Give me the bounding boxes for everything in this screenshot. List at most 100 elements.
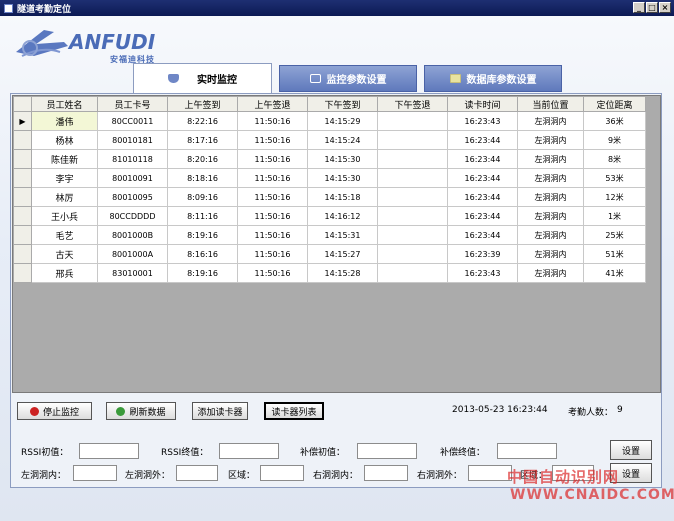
table-cell[interactable]: 14:15:29: [307, 111, 378, 131]
table-cell[interactable]: 陈佳新: [31, 149, 98, 169]
table-cell[interactable]: 11:50:16: [237, 187, 308, 207]
table-cell[interactable]: 8001000B: [97, 225, 168, 245]
table-cell[interactable]: [377, 130, 448, 150]
tab-realtime-monitor[interactable]: 实时监控: [133, 63, 272, 93]
comp-end-input[interactable]: [497, 443, 557, 459]
comp-start-input[interactable]: [357, 443, 417, 459]
column-header[interactable]: 下午签退: [377, 96, 448, 112]
table-cell[interactable]: 14:15:30: [307, 168, 378, 188]
table-cell[interactable]: 8:16:16: [167, 244, 238, 264]
table-cell[interactable]: 古天: [31, 244, 98, 264]
table-cell[interactable]: 左洞洞内: [517, 206, 584, 226]
table-row[interactable]: 李宇 80010091 8:18:16 11:50:16 14:15:30 16:23:4…: [13, 168, 646, 188]
close-button[interactable]: ×: [659, 2, 671, 13]
table-cell[interactable]: 14:15:18: [307, 187, 378, 207]
table-cell[interactable]: 左洞洞内: [517, 130, 584, 150]
table-cell[interactable]: 16:23:44: [447, 130, 518, 150]
refresh-data-button[interactable]: 刷新数据: [106, 402, 176, 420]
row-selector[interactable]: [13, 187, 32, 207]
minimize-button[interactable]: _: [633, 2, 645, 13]
table-cell[interactable]: [377, 149, 448, 169]
table-cell[interactable]: 16:23:44: [447, 149, 518, 169]
table-cell[interactable]: 8米: [583, 149, 646, 169]
stop-monitor-button[interactable]: 停止监控: [17, 402, 92, 420]
table-cell[interactable]: 14:15:24: [307, 130, 378, 150]
right-outside-input[interactable]: [468, 465, 512, 481]
row-selector[interactable]: [13, 168, 32, 188]
table-cell[interactable]: 潘伟: [31, 111, 98, 131]
table-cell[interactable]: 36米: [583, 111, 646, 131]
table-cell[interactable]: 11:50:16: [237, 130, 308, 150]
table-cell[interactable]: 左洞洞内: [517, 168, 584, 188]
column-header[interactable]: 读卡时间: [447, 96, 518, 112]
table-cell[interactable]: 8:17:16: [167, 130, 238, 150]
table-cell[interactable]: 左洞洞内: [517, 263, 584, 283]
table-cell[interactable]: 11:50:16: [237, 244, 308, 264]
table-cell[interactable]: 8:19:16: [167, 263, 238, 283]
table-cell[interactable]: 11:50:16: [237, 168, 308, 188]
table-cell[interactable]: 16:23:44: [447, 187, 518, 207]
table-cell[interactable]: 80010095: [97, 187, 168, 207]
table-cell[interactable]: 41米: [583, 263, 646, 283]
table-cell[interactable]: 53米: [583, 168, 646, 188]
rssi-start-input[interactable]: [79, 443, 139, 459]
row-selector[interactable]: [13, 225, 32, 245]
set-button-1[interactable]: 设置: [610, 440, 652, 460]
table-cell[interactable]: 8:20:16: [167, 149, 238, 169]
table-cell[interactable]: 11:50:16: [237, 149, 308, 169]
maximize-button[interactable]: □: [646, 2, 658, 13]
table-cell[interactable]: 左洞洞内: [517, 149, 584, 169]
reader-list-button[interactable]: 读卡器列表: [264, 402, 324, 420]
table-cell[interactable]: 9米: [583, 130, 646, 150]
table-cell[interactable]: 25米: [583, 225, 646, 245]
table-cell[interactable]: 14:15:28: [307, 263, 378, 283]
right-inside-input[interactable]: [364, 465, 408, 481]
table-row[interactable]: 古天 8001000A 8:16:16 11:50:16 14:15:27 16:23:3…: [13, 244, 646, 264]
table-cell[interactable]: 11:50:16: [237, 263, 308, 283]
table-cell[interactable]: [377, 187, 448, 207]
table-cell[interactable]: 左洞洞内: [517, 225, 584, 245]
table-cell[interactable]: [377, 168, 448, 188]
column-header[interactable]: 下午签到: [307, 96, 378, 112]
table-row[interactable]: 陈佳新 81010118 8:20:16 11:50:16 14:15:30 16:23:…: [13, 149, 646, 169]
table-row[interactable]: 邢兵 83010001 8:19:16 11:50:16 14:15:28 16:23:4…: [13, 263, 646, 283]
table-cell[interactable]: 83010001: [97, 263, 168, 283]
table-cell[interactable]: 8:19:16: [167, 225, 238, 245]
table-cell[interactable]: 11:50:16: [237, 225, 308, 245]
table-cell[interactable]: 8:22:16: [167, 111, 238, 131]
table-cell[interactable]: 12米: [583, 187, 646, 207]
table-cell[interactable]: 80010181: [97, 130, 168, 150]
row-selector[interactable]: [13, 244, 32, 264]
table-cell[interactable]: 左洞洞内: [517, 111, 584, 131]
column-header[interactable]: 员工卡号: [97, 96, 168, 112]
table-cell[interactable]: 80010091: [97, 168, 168, 188]
table-cell[interactable]: 14:15:27: [307, 244, 378, 264]
table-cell[interactable]: 80CCDDDD: [97, 206, 168, 226]
table-row[interactable]: 王小兵 80CCDDDD 8:11:16 11:50:16 14:16:12 16:23:…: [13, 206, 646, 226]
table-cell[interactable]: [377, 111, 448, 131]
table-cell[interactable]: 16:23:44: [447, 206, 518, 226]
table-cell[interactable]: [377, 244, 448, 264]
row-selector[interactable]: [13, 130, 32, 150]
column-header[interactable]: 当前位置: [517, 96, 584, 112]
table-cell[interactable]: 14:15:30: [307, 149, 378, 169]
table-cell[interactable]: [377, 225, 448, 245]
table-cell[interactable]: 杨林: [31, 130, 98, 150]
table-cell[interactable]: 81010118: [97, 149, 168, 169]
column-header[interactable]: 员工姓名: [31, 96, 98, 112]
table-cell[interactable]: 16:23:44: [447, 225, 518, 245]
table-cell[interactable]: 16:23:39: [447, 244, 518, 264]
table-cell[interactable]: 16:23:43: [447, 111, 518, 131]
column-header[interactable]: 定位距离: [583, 96, 646, 112]
table-cell[interactable]: 16:23:44: [447, 168, 518, 188]
table-cell[interactable]: 左洞洞内: [517, 244, 584, 264]
table-cell[interactable]: 14:16:12: [307, 206, 378, 226]
left-inside-input[interactable]: [73, 465, 117, 481]
table-cell[interactable]: 毛艺: [31, 225, 98, 245]
table-cell[interactable]: 左洞洞内: [517, 187, 584, 207]
tab-database-settings[interactable]: 数据库参数设置: [424, 65, 562, 92]
table-cell[interactable]: 11:50:16: [237, 206, 308, 226]
table-cell[interactable]: 林厉: [31, 187, 98, 207]
column-header[interactable]: 上午签到: [167, 96, 238, 112]
table-cell[interactable]: 80CC0011: [97, 111, 168, 131]
